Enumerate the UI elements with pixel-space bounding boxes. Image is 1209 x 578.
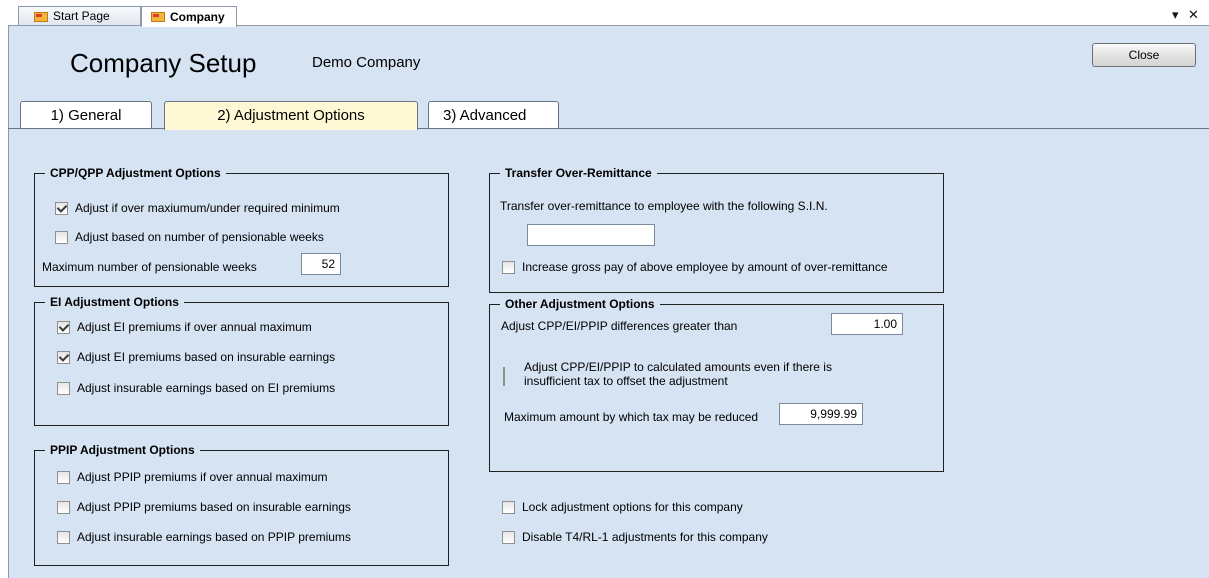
group-title: EI Adjustment Options	[45, 294, 184, 310]
doc-tab-label: Start Page	[53, 9, 110, 23]
doc-tab-label: Company	[170, 9, 225, 24]
page-title: Company Setup	[70, 48, 257, 78]
ppip-adjust-insurable-checkbox[interactable]: Adjust insurable earnings based on PPIP …	[57, 530, 351, 544]
ei-adjust-insurable-checkbox[interactable]: Adjust insurable earnings based on EI pr…	[57, 381, 335, 395]
other-adjustment-group: Other Adjustment Options Adjust CPP/EI/P…	[489, 296, 944, 472]
checkbox-label: Increase gross pay of above employee by …	[522, 260, 888, 274]
checkbox-box[interactable]	[57, 471, 70, 484]
checkbox-label: Lock adjustment options for this company	[522, 500, 743, 514]
cpp-qpp-group: CPP/QPP Adjustment Options Adjust if ove…	[34, 165, 449, 287]
sin-input[interactable]	[527, 224, 655, 246]
max-weeks-label: Maximum number of pensionable weeks	[42, 260, 257, 274]
company-icon	[150, 10, 166, 24]
transfer-over-remittance-group: Transfer Over-Remittance Transfer over-r…	[489, 165, 944, 293]
ei-annual-max-checkbox[interactable]: Adjust EI premiums if over annual maximu…	[57, 320, 312, 334]
doc-tab-company[interactable]: Company	[141, 6, 237, 27]
close-button[interactable]: Close	[1092, 43, 1196, 67]
group-title: PPIP Adjustment Options	[45, 442, 200, 458]
transfer-description: Transfer over-remittance to employee wit…	[500, 199, 828, 213]
checkbox-box[interactable]	[57, 351, 70, 364]
max-weeks-input[interactable]: 52	[301, 253, 341, 275]
ei-insurable-earnings-checkbox[interactable]: Adjust EI premiums based on insurable ea…	[57, 350, 335, 364]
max-tax-input[interactable]: 9,999.99	[779, 403, 863, 425]
differences-label: Adjust CPP/EI/PPIP differences greater t…	[501, 319, 738, 333]
tab-list-dropdown-icon[interactable]: ▾	[1172, 8, 1179, 22]
start-page-icon	[33, 10, 49, 24]
checkbox-box[interactable]	[57, 321, 70, 334]
tab-general[interactable]: 1) General	[20, 101, 152, 129]
checkbox-label: Adjust EI premiums if over annual maximu…	[77, 320, 312, 334]
increase-gross-pay-checkbox[interactable]: Increase gross pay of above employee by …	[502, 260, 888, 274]
checkbox-box[interactable]	[502, 261, 515, 274]
document-tab-strip: Start Page Company ▾ ✕	[0, 0, 1209, 27]
ei-group: EI Adjustment Options Adjust EI premiums…	[34, 294, 449, 426]
checkbox-box[interactable]	[57, 531, 70, 544]
tab-adjustment-options[interactable]: 2) Adjustment Options	[164, 101, 418, 130]
checkbox-box[interactable]	[502, 531, 515, 544]
checkbox-label: Adjust EI premiums based on insurable ea…	[77, 350, 336, 364]
group-title: Transfer Over-Remittance	[500, 165, 657, 181]
checkbox-label: Adjust insurable earnings based on EI pr…	[77, 381, 336, 395]
doc-tab-start-page[interactable]: Start Page	[18, 6, 141, 26]
checkbox-box[interactable]	[55, 231, 68, 244]
checkbox-box[interactable]	[57, 501, 70, 514]
cpp-adjust-over-max-checkbox[interactable]: Adjust if over maxiumum/under required m…	[55, 201, 340, 215]
checkbox-label: Adjust insurable earnings based on PPIP …	[77, 530, 351, 544]
disable-t4-checkbox[interactable]: Disable T4/RL-1 adjustments for this com…	[502, 530, 768, 544]
checkbox-label: Disable T4/RL-1 adjustments for this com…	[522, 530, 768, 544]
checkbox-label: Adjust PPIP premiums based on insurable …	[77, 500, 351, 514]
group-title: Other Adjustment Options	[500, 296, 660, 312]
cpp-pensionable-weeks-checkbox[interactable]: Adjust based on number of pensionable we…	[55, 230, 324, 244]
checkbox-label: Adjust based on number of pensionable we…	[75, 230, 324, 244]
checkbox-box[interactable]	[55, 202, 68, 215]
checkbox-label: Adjust PPIP premiums if over annual maxi…	[77, 470, 328, 484]
tab-advanced[interactable]: 3) Advanced	[428, 101, 559, 129]
ppip-annual-max-checkbox[interactable]: Adjust PPIP premiums if over annual maxi…	[57, 470, 328, 484]
differences-input[interactable]: 1.00	[831, 313, 903, 335]
lock-options-checkbox[interactable]: Lock adjustment options for this company	[502, 500, 743, 514]
calc-amounts-checkbox[interactable]	[503, 367, 505, 386]
ppip-insurable-earnings-checkbox[interactable]: Adjust PPIP premiums based on insurable …	[57, 500, 351, 514]
close-tab-icon[interactable]: ✕	[1188, 8, 1199, 22]
checkbox-box[interactable]	[502, 501, 515, 514]
group-title: CPP/QPP Adjustment Options	[45, 165, 226, 181]
calc-amounts-label-line2: insufficient tax to offset the adjustmen…	[524, 374, 728, 388]
company-name: Demo Company	[312, 54, 421, 71]
checkbox-box[interactable]	[57, 382, 70, 395]
calc-amounts-label-line1: Adjust CPP/EI/PPIP to calculated amounts…	[524, 360, 832, 374]
checkbox-label: Adjust if over maxiumum/under required m…	[75, 201, 340, 215]
max-tax-label: Maximum amount by which tax may be reduc…	[504, 410, 759, 424]
ppip-group: PPIP Adjustment Options Adjust PPIP prem…	[34, 442, 449, 566]
